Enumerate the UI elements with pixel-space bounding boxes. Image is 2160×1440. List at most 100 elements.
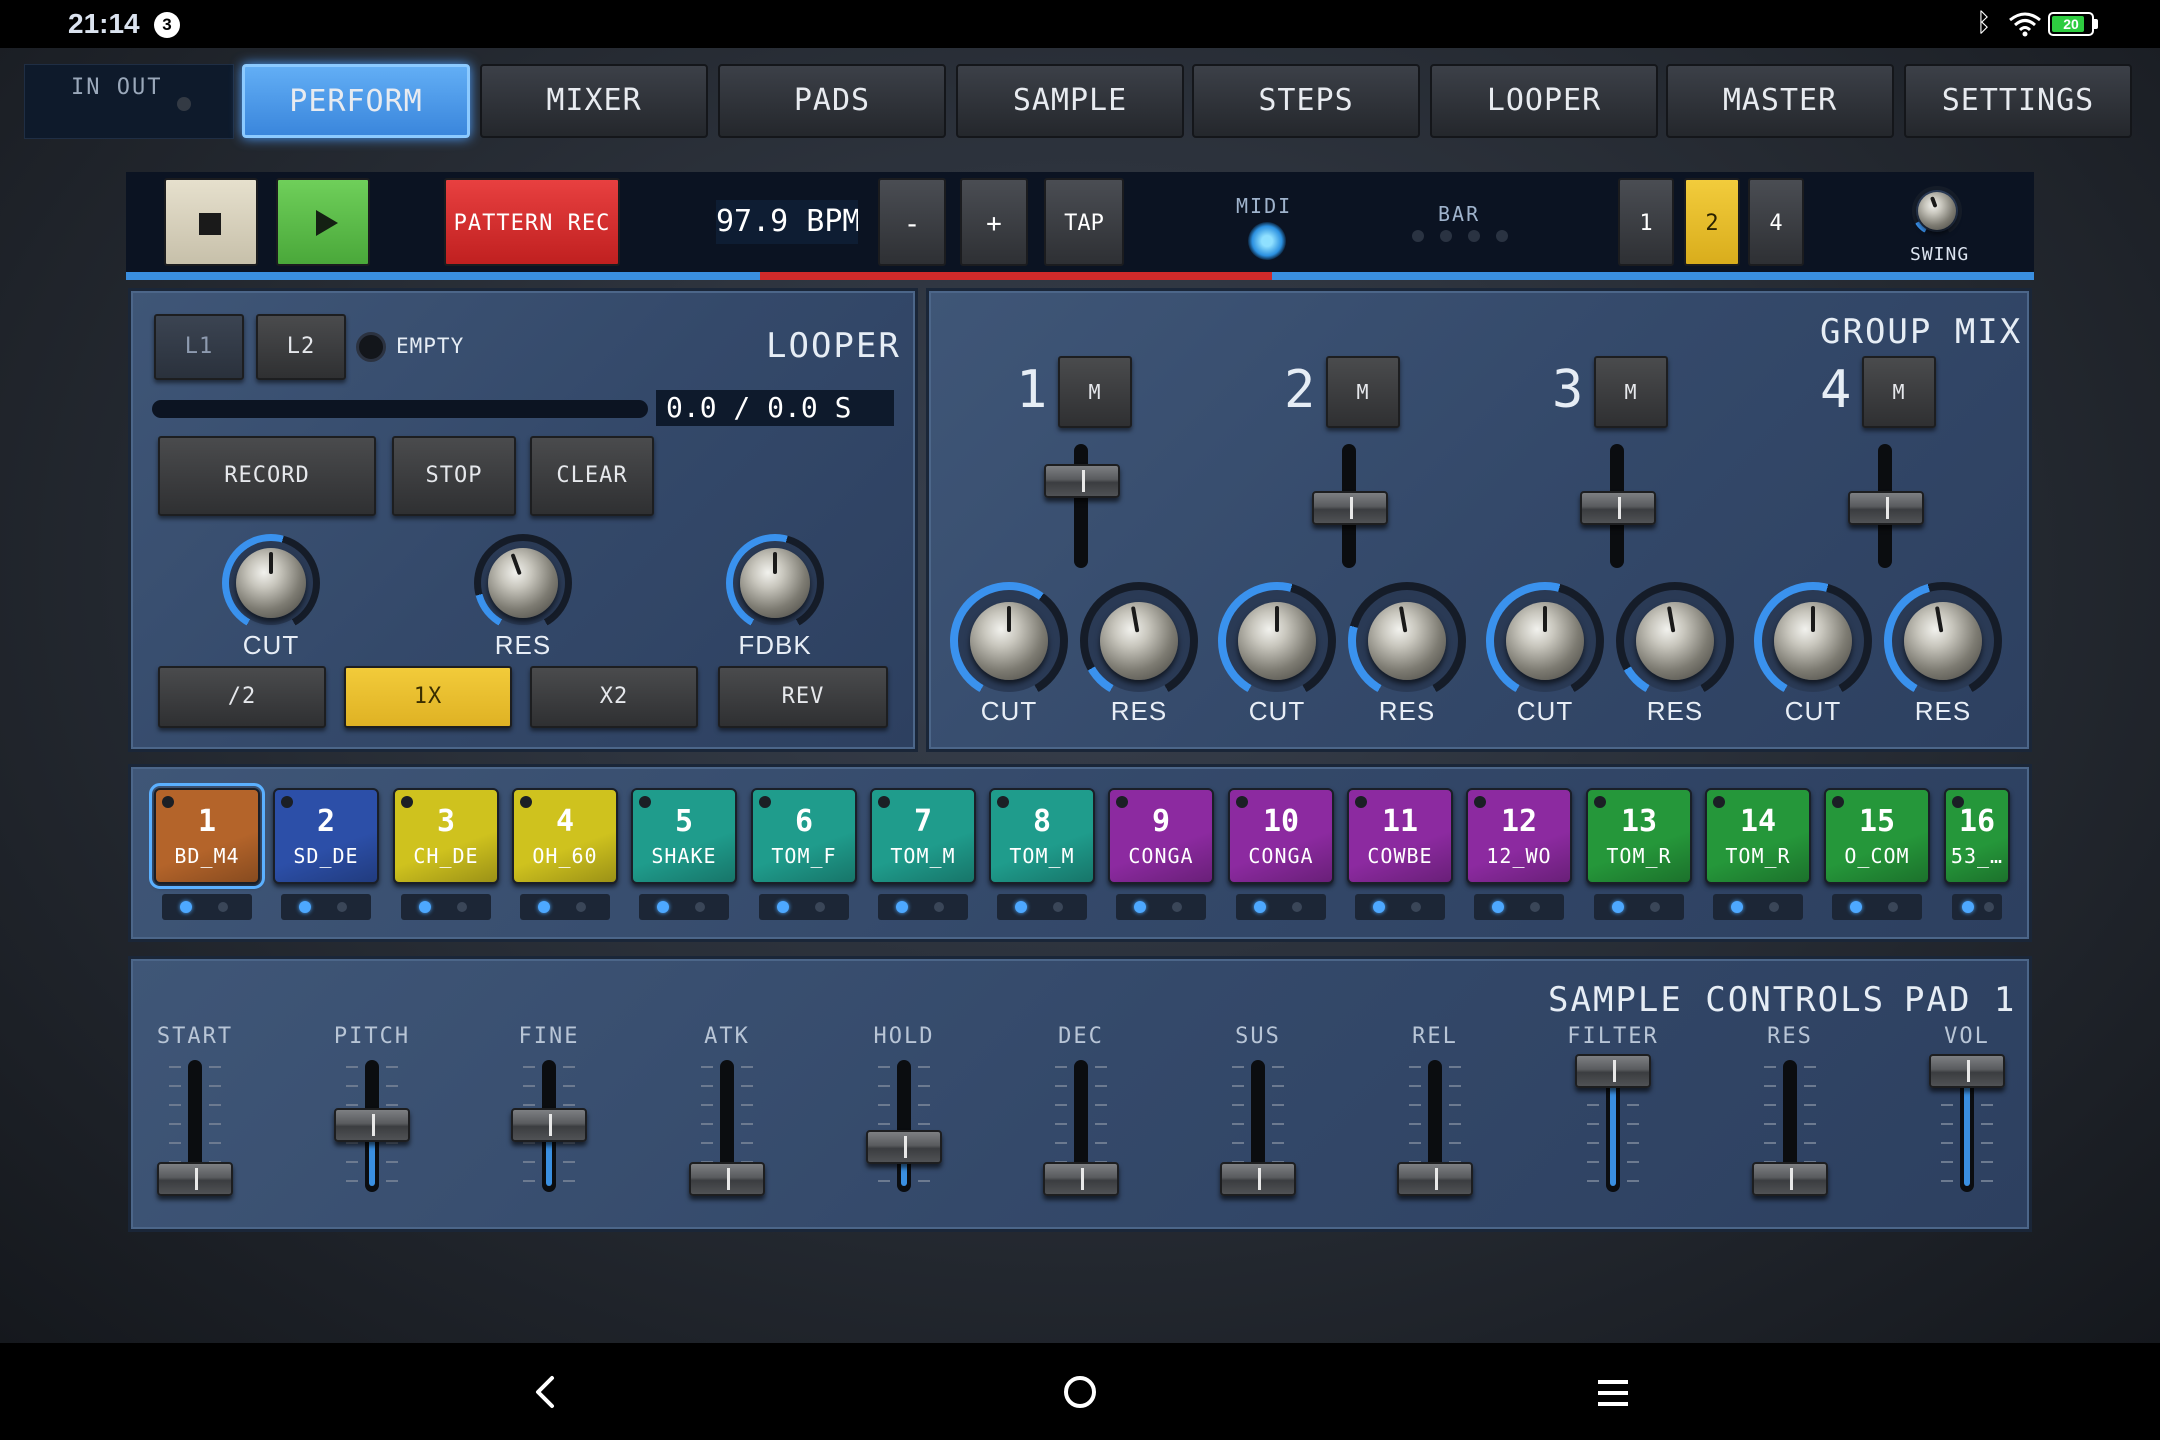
looper-l1-button[interactable]: L1: [154, 314, 244, 380]
group-res-knob[interactable]: [1080, 582, 1198, 700]
looper-cut-knob[interactable]: [222, 534, 320, 632]
group-fader-handle[interactable]: [1044, 464, 1120, 498]
group-cut-knob[interactable]: [1486, 582, 1604, 700]
group-res-knob[interactable]: [1616, 582, 1734, 700]
group-cut-knob[interactable]: [950, 582, 1068, 700]
slider-handle[interactable]: [866, 1129, 942, 1164]
looper-l2-button[interactable]: L2: [256, 314, 346, 380]
drum-pad[interactable]: 8 TOM_M: [989, 788, 1095, 884]
group-res-knob[interactable]: [1884, 582, 2002, 700]
drum-pad[interactable]: 14 TOM_R: [1705, 788, 1811, 884]
menu-icon[interactable]: [1598, 1380, 1628, 1406]
swing-knob[interactable]: [1912, 186, 1962, 236]
slider-tick: [878, 1104, 890, 1106]
drum-pad[interactable]: 11 COWBE: [1347, 788, 1453, 884]
slider-handle[interactable]: [1043, 1162, 1119, 1196]
group-res-label: RES: [1110, 696, 1168, 726]
pad-mute-led: [815, 902, 825, 912]
group-res-knob[interactable]: [1348, 582, 1466, 700]
slider-tick: [346, 1104, 358, 1106]
tab-perform[interactable]: PERFORM: [242, 64, 470, 138]
bpm-decrease-button[interactable]: -: [878, 178, 946, 266]
drum-pad[interactable]: 2 SD_DE: [273, 788, 379, 884]
knob-pointer: [1275, 606, 1279, 632]
slider-handle[interactable]: [1752, 1162, 1828, 1196]
resolution-button-2[interactable]: 2: [1684, 178, 1740, 266]
stop-button[interactable]: [164, 178, 258, 266]
drum-pad[interactable]: 3 CH_DE: [393, 788, 499, 884]
drum-pad[interactable]: 1 BD_M4: [149, 783, 265, 889]
pattern-rec-button[interactable]: PATTERN REC: [444, 178, 620, 266]
pad-sample-name: 12_WO: [1486, 844, 1552, 868]
slider-handle[interactable]: [334, 1108, 410, 1142]
slider-handle[interactable]: [1220, 1162, 1296, 1196]
pad-sample-name: SD_DE: [293, 844, 359, 868]
pad-number: 14: [1739, 804, 1777, 839]
pad-mute-led: [218, 902, 228, 912]
bar-indicator-dot: [1468, 230, 1480, 242]
play-button[interactable]: [276, 178, 370, 266]
looper-normal-speed-button[interactable]: 1X: [344, 666, 512, 728]
slider-tick: [1981, 1161, 1993, 1163]
drum-pad[interactable]: 6 TOM_F: [751, 788, 857, 884]
drum-pad[interactable]: 15 O_COM: [1824, 788, 1930, 884]
slider-handle[interactable]: [157, 1162, 233, 1196]
group-fader-handle[interactable]: [1848, 491, 1924, 525]
tap-tempo-button[interactable]: TAP: [1044, 178, 1124, 266]
tab-mixer[interactable]: MIXER: [480, 64, 708, 138]
slider-handle[interactable]: [1929, 1054, 2005, 1088]
group-number: 2: [1284, 360, 1316, 420]
drum-pad[interactable]: 12 12_WO: [1466, 788, 1572, 884]
group-fader-handle[interactable]: [1312, 491, 1388, 525]
back-icon[interactable]: [530, 1372, 562, 1412]
io-led: [177, 97, 191, 111]
tab-settings[interactable]: SETTINGS: [1904, 64, 2132, 138]
group-mute-button[interactable]: M: [1326, 356, 1400, 428]
group-fader-track[interactable]: [1074, 444, 1088, 568]
looper-clear-button[interactable]: CLEAR: [530, 436, 654, 516]
tab-pads[interactable]: PADS: [718, 64, 946, 138]
slider-tick: [563, 1085, 575, 1087]
drum-pad[interactable]: 5 SHAKE: [631, 788, 737, 884]
group-cut-knob[interactable]: [1754, 582, 1872, 700]
looper-double-speed-button[interactable]: X2: [530, 666, 698, 728]
slider-tick: [209, 1085, 221, 1087]
slider-tick: [1587, 1180, 1599, 1182]
tab-master[interactable]: MASTER: [1666, 64, 1894, 138]
pad-mute-led: [1888, 902, 1898, 912]
slider-label: DEC: [1058, 1024, 1104, 1049]
bpm-display[interactable]: 97.9 BPM: [716, 200, 858, 244]
group-fader-handle[interactable]: [1580, 491, 1656, 525]
looper-half-speed-button[interactable]: /2: [158, 666, 326, 728]
slider-handle[interactable]: [1397, 1162, 1473, 1196]
looper-feedback-knob[interactable]: [726, 534, 824, 632]
looper-reverse-button[interactable]: REV: [718, 666, 888, 728]
bar-indicator-dot: [1440, 230, 1452, 242]
resolution-button-1[interactable]: 1: [1618, 178, 1674, 266]
group-mute-button[interactable]: M: [1058, 356, 1132, 428]
looper-stop-button[interactable]: STOP: [392, 436, 516, 516]
pad-trigger-led: [538, 901, 550, 913]
drum-pad[interactable]: 7 TOM_M: [870, 788, 976, 884]
tab-looper[interactable]: LOOPER: [1430, 64, 1658, 138]
home-icon[interactable]: [1064, 1376, 1096, 1408]
tab-steps[interactable]: STEPS: [1192, 64, 1420, 138]
drum-pad[interactable]: 13 TOM_R: [1586, 788, 1692, 884]
slider-label: ATK: [704, 1024, 750, 1049]
drum-pad[interactable]: 16 53_…: [1944, 788, 2010, 884]
drum-pad[interactable]: 9 CONGA: [1108, 788, 1214, 884]
slider-handle[interactable]: [511, 1108, 587, 1142]
looper-res-knob[interactable]: [474, 534, 572, 632]
group-mute-button[interactable]: M: [1862, 356, 1936, 428]
drum-pad[interactable]: 10 CONGA: [1228, 788, 1334, 884]
resolution-button-4[interactable]: 4: [1748, 178, 1804, 266]
group-mute-button[interactable]: M: [1594, 356, 1668, 428]
tab-sample[interactable]: SAMPLE: [956, 64, 1184, 138]
bpm-increase-button[interactable]: +: [960, 178, 1028, 266]
looper-record-button[interactable]: RECORD: [158, 436, 376, 516]
slider-tick: [1232, 1142, 1244, 1144]
drum-pad[interactable]: 4 OH_60: [512, 788, 618, 884]
slider-handle[interactable]: [689, 1162, 765, 1196]
slider-handle[interactable]: [1575, 1054, 1651, 1088]
group-cut-knob[interactable]: [1218, 582, 1336, 700]
